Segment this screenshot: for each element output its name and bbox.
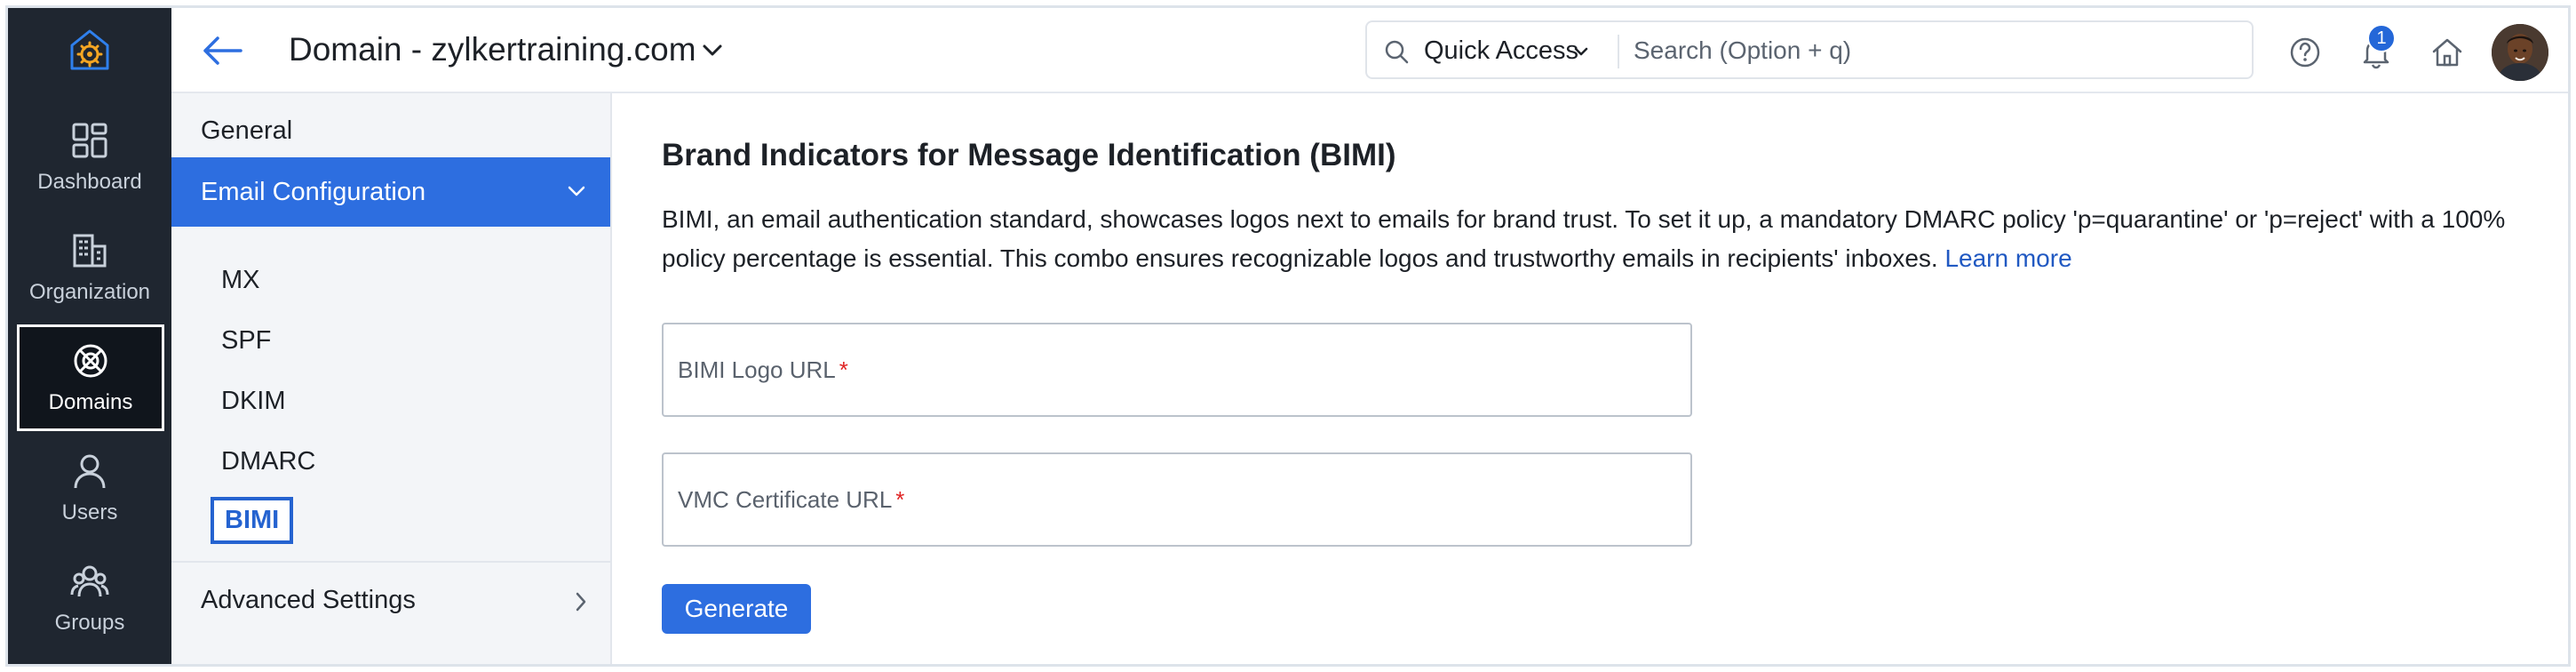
dashboard-icon [72, 123, 107, 158]
back-arrow-icon[interactable] [202, 33, 242, 68]
subnav-item-spf[interactable]: SPF [221, 326, 271, 356]
subnav-item-bimi[interactable]: BIMI [211, 497, 294, 544]
subnav-item-general[interactable]: General [201, 116, 292, 146]
subnav-item-dkim[interactable]: DKIM [221, 387, 286, 416]
rail-item-domains[interactable]: Domains [17, 324, 164, 431]
rail-item-label: Organization [28, 280, 151, 304]
chevron-down-icon [568, 186, 585, 196]
users-icon [74, 454, 106, 489]
subnav-section-label: Email Configuration [201, 177, 426, 206]
subnav-item-mx[interactable]: MX [221, 266, 260, 295]
subnav-item-dmarc[interactable]: DMARC [221, 447, 315, 476]
settings-subnav: General Email Configuration MX SPF DKIM … [171, 93, 612, 664]
page-title: Brand Indicators for Message Identificat… [662, 138, 1396, 172]
rail-item-label: Domains [48, 390, 133, 414]
vmc-certificate-url-input[interactable] [664, 454, 1690, 545]
subnav-item-advanced-settings[interactable]: Advanced Settings [201, 586, 416, 615]
left-rail: Dashboard Organization Domains Users Gro… [8, 8, 171, 664]
subnav-divider [171, 561, 610, 563]
rail-item-organization[interactable]: Organization [8, 214, 171, 321]
chevron-right-icon[interactable] [573, 589, 589, 614]
learn-more-link[interactable]: Learn more [1944, 244, 2071, 272]
groups-icon [70, 565, 109, 597]
chevron-down-icon[interactable] [1573, 45, 1589, 58]
search-input[interactable] [1634, 31, 2238, 70]
bimi-logo-url-input[interactable] [664, 324, 1690, 415]
avatar-photo-icon [2492, 24, 2548, 81]
quick-access-dropdown[interactable]: Quick Access [1424, 36, 1578, 66]
subnav-section-email-configuration[interactable]: Email Configuration [171, 157, 610, 227]
organization-icon [73, 234, 107, 268]
description-text: BIMI, an email authentication standard, … [662, 205, 2506, 272]
rail-item-label: Users [61, 500, 118, 524]
top-header: Domain - zylkertraining.com Quick Access [171, 8, 2568, 93]
global-search: Quick Access [1365, 20, 2254, 79]
domains-icon [74, 344, 107, 378]
domain-selector-title[interactable]: Domain - zylkertraining.com [289, 31, 696, 68]
bimi-panel: Brand Indicators for Message Identificat… [612, 93, 2568, 664]
admin-console-logo-icon [70, 29, 109, 70]
bimi-logo-url-field[interactable]: BIMI Logo URL * [662, 323, 1692, 417]
app-logo[interactable] [8, 8, 171, 93]
rail-item-users[interactable]: Users [8, 435, 171, 541]
rail-item-label: Dashboard [37, 170, 142, 194]
search-divider [1618, 35, 1619, 68]
search-icon [1385, 40, 1409, 64]
rail-item-groups[interactable]: Groups [8, 545, 171, 652]
help-icon[interactable] [2287, 35, 2323, 70]
home-icon[interactable] [2429, 35, 2465, 70]
rail-item-dashboard[interactable]: Dashboard [8, 104, 171, 211]
vmc-certificate-url-field[interactable]: VMC Certificate URL * [662, 452, 1692, 547]
user-avatar[interactable] [2492, 24, 2548, 81]
app-window: Dashboard Organization Domains Users Gro… [5, 5, 2571, 667]
notification-badge: 1 [2367, 24, 2396, 52]
generate-button[interactable]: Generate [662, 584, 811, 634]
bimi-description: BIMI, an email authentication standard, … [662, 200, 2509, 278]
chevron-down-icon[interactable] [701, 40, 724, 60]
rail-item-label: Groups [54, 611, 125, 635]
